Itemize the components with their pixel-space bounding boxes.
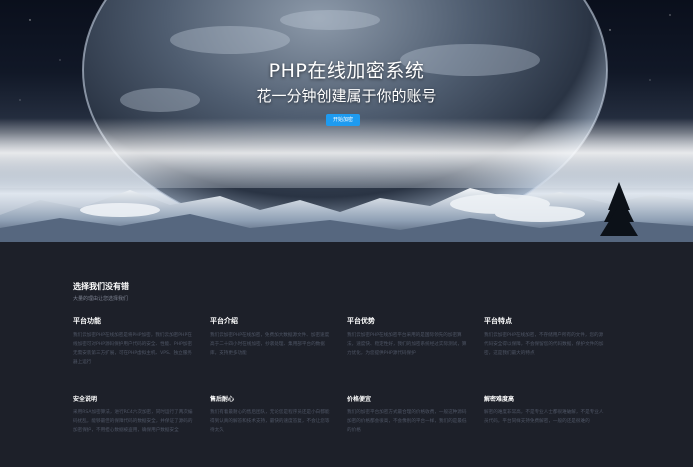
feature-card-title: 安全说明 bbox=[73, 396, 98, 403]
hero-title: PHP在线加密系统 bbox=[268, 60, 425, 82]
feature-card-decrypt-difficulty: 解密难度高 解密的难度非常高，不是专业人士都很难破解，不是专业人员代码，平台同样… bbox=[484, 394, 604, 426]
feature-card-text: 解密的难度非常高，不是专业人士都很难破解，不是专业人员代码，平台同样支持免费解密… bbox=[484, 410, 604, 424]
feature-card-price: 价格便宜 我们的加密平台加密方式最合理的价格收费，一般这种源码加密的价格都会很高… bbox=[347, 394, 467, 435]
feature-card-text: 我们的加密平台加密方式最合理的价格收费，一般这种源码加密的价格都会很高，不会像别… bbox=[347, 410, 467, 433]
feature-card-platform-characteristics: 平台特点 我们云加密PHP在线加密，不存储用户所有的文件，您的源代码安全得以保障… bbox=[484, 316, 604, 358]
feature-card-support: 售后耐心 我们有着最耐心的售后团队，无论您是程序员还是小白都能得到认真的解答和技… bbox=[210, 394, 330, 435]
hero-banner: PHP在线加密系统 花一分钟创建属于你的账号 开始加密 bbox=[0, 0, 693, 242]
start-encrypt-button[interactable]: 开始加密 bbox=[326, 114, 360, 126]
section-subheading: 大量的理由让您选择我们 bbox=[73, 296, 129, 302]
feature-card-text: 我们云加密PHP在线加密，免费加大数据源文件、加密速度高于二十四小时在线加密，抄… bbox=[210, 333, 330, 356]
feature-card-title: 价格便宜 bbox=[347, 396, 372, 403]
feature-card-title: 平台优势 bbox=[347, 317, 375, 325]
feature-card-title: 平台介绍 bbox=[210, 317, 238, 325]
feature-card-text: 我们云加密PHP在线加密，不存储用户所有的文件，您的源代码安全得以保障，不会保留… bbox=[484, 333, 604, 356]
feature-card-title: 平台功能 bbox=[73, 317, 101, 325]
hero-subtitle: 花一分钟创建属于你的账号 bbox=[256, 87, 437, 105]
feature-card-title: 平台特点 bbox=[484, 317, 512, 325]
section-heading: 选择我们没有错 bbox=[73, 282, 129, 291]
feature-card-text: 我们云加密PHP在线加密是将PHP加密，我们云加密PHP在线加密可对PHP源码保… bbox=[73, 333, 193, 365]
feature-card-security: 安全说明 采用RSA加密算法，进行RC4六次加密，同时运行了两次编码扰乱，能够最… bbox=[73, 394, 193, 435]
features-section: 选择我们没有错 大量的理由让您选择我们 平台功能 我们云加密PHP在线加密是将P… bbox=[0, 242, 693, 467]
feature-card-platform-advantages: 平台优势 我们云加密PHP在线加密平台采用的是国际领先的加密算法，速度快、稳定性… bbox=[347, 316, 467, 358]
feature-card-text: 采用RSA加密算法，进行RC4六次加密，同时运行了两次编码扰乱，能够最佳的保障代… bbox=[73, 410, 193, 433]
feature-card-platform-intro: 平台介绍 我们云加密PHP在线加密，免费加大数据源文件、加密速度高于二十四小时在… bbox=[210, 316, 330, 358]
feature-card-title: 解密难度高 bbox=[484, 396, 515, 403]
feature-card-text: 我们云加密PHP在线加密平台采用的是国际领先的加密算法，速度快、稳定性好，我们的… bbox=[347, 333, 467, 356]
feature-card-platform-features: 平台功能 我们云加密PHP在线加密是将PHP加密，我们云加密PHP在线加密可对P… bbox=[73, 316, 193, 367]
feature-card-title: 售后耐心 bbox=[210, 396, 235, 403]
feature-card-text: 我们有着最耐心的售后团队，无论您是程序员还是小白都能得到认真的解答和技术支持，最… bbox=[210, 410, 330, 433]
